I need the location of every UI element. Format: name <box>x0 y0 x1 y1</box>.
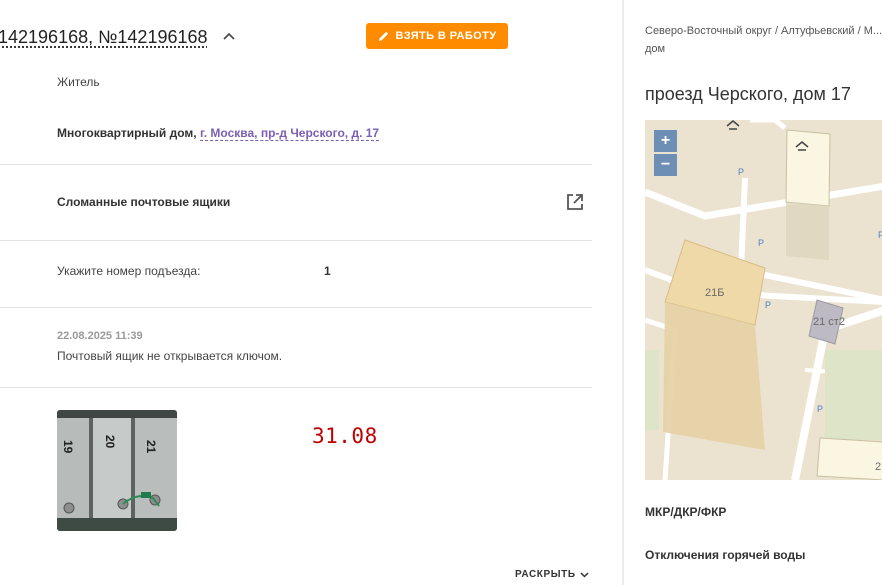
pencil-icon <box>378 31 388 41</box>
chevron-down-icon <box>580 572 589 578</box>
map-building-label: 21 ст2 <box>813 316 845 328</box>
box-number: 19 <box>61 440 75 454</box>
parking-icon: P <box>765 300 771 310</box>
request-title[interactable]: 142196168, №142196168 <box>0 27 208 48</box>
section-hot-water-outages[interactable]: Отключения горячей воды <box>645 548 805 562</box>
request-card: 142196168, №142196168 ВЗЯТЬ В РАБОТУ Жит… <box>0 0 622 585</box>
message-date: 22.08.2025 11:39 <box>57 330 143 342</box>
attached-photo[interactable]: 19 20 21 <box>57 410 177 531</box>
section-repair-programs[interactable]: МКР/ДКР/ФКР <box>645 505 726 519</box>
address-panel: Северо-Восточный округ / Алтуфьевский / … <box>624 0 882 585</box>
divider <box>0 387 592 388</box>
map[interactable]: 21Б 21 ст2 2 P P P P P + − <box>645 120 882 480</box>
problem-category: Сломанные почтовые ящики <box>57 195 231 209</box>
chevron-up-icon[interactable] <box>222 30 236 44</box>
address-line: Многоквартирный дом, г. Москва, пр-д Чер… <box>57 126 380 141</box>
divider <box>0 240 592 241</box>
parking-icon: P <box>817 404 823 414</box>
expand-button[interactable]: РАСКРЫТЬ <box>515 569 589 580</box>
divider <box>0 307 592 308</box>
deadline-date: 31.08 <box>312 424 378 448</box>
map-canvas: 21Б 21 ст2 2 P P P P P <box>645 120 882 480</box>
parking-icon: P <box>738 167 744 177</box>
parking-icon: P <box>878 230 882 240</box>
box-number: 21 <box>144 440 158 454</box>
take-to-work-label: ВЗЯТЬ В РАБОТУ <box>395 30 497 42</box>
expand-label: РАСКРЫТЬ <box>515 569 576 580</box>
map-building-label: 2 <box>875 461 881 473</box>
message-text: Почтовый ящик не открывается ключом. <box>57 349 283 363</box>
open-external-icon[interactable] <box>565 192 585 212</box>
breadcrumb[interactable]: Северо-Восточный округ / Алтуфьевский / … <box>645 22 882 58</box>
parking-icon: P <box>758 238 764 248</box>
building-type: Многоквартирный дом, <box>57 126 197 140</box>
map-zoom-in-button[interactable]: + <box>654 130 677 152</box>
map-building-label: 21Б <box>705 287 724 299</box>
mailbox-photo-image: 19 20 21 <box>57 410 177 531</box>
box-number: 20 <box>103 435 117 449</box>
address-title: проезд Черского, дом 17 <box>645 84 851 104</box>
applicant-type: Житель <box>57 75 100 89</box>
take-to-work-button[interactable]: ВЗЯТЬ В РАБОТУ <box>366 23 508 49</box>
entrance-question: Укажите номер подъезда: <box>57 264 201 278</box>
entrance-answer: 1 <box>324 264 331 278</box>
address-link[interactable]: г. Москва, пр-д Черского, д. 17 <box>199 126 380 141</box>
map-zoom-out-button[interactable]: − <box>654 154 677 176</box>
divider <box>0 164 592 165</box>
